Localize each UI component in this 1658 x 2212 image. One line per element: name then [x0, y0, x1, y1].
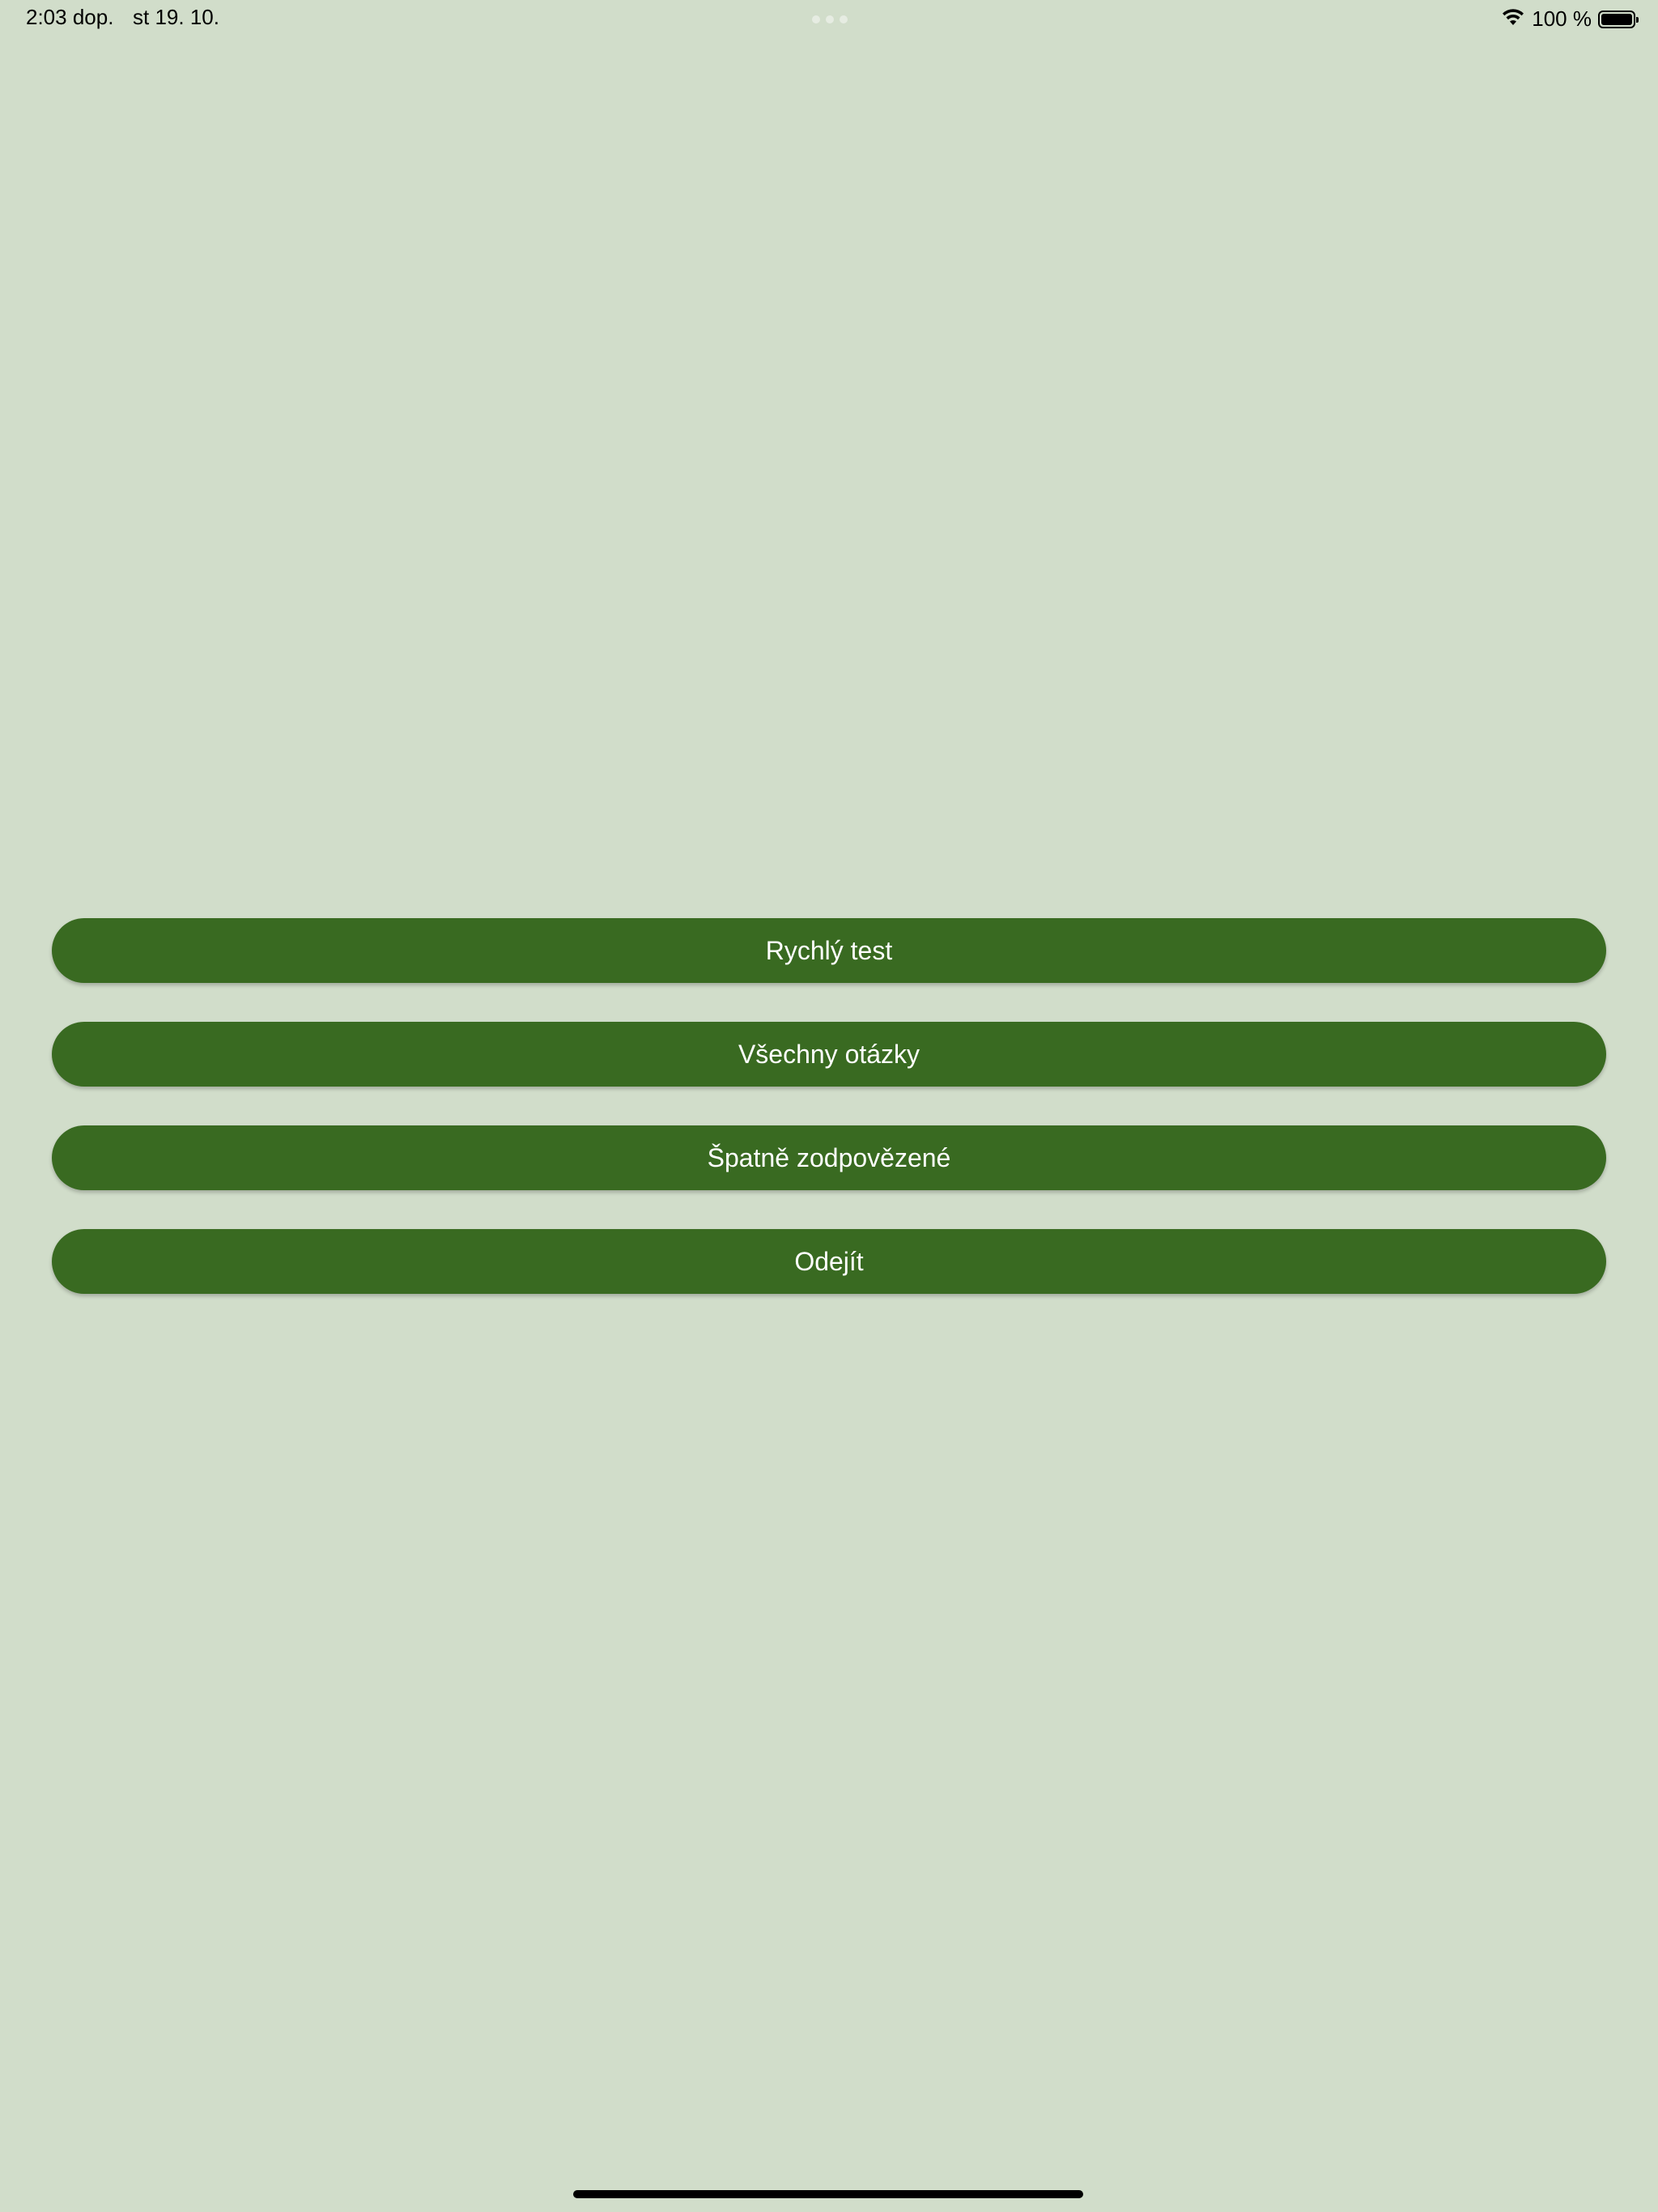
multitasking-dots-icon[interactable]: [812, 15, 848, 23]
battery-percentage: 100 %: [1532, 6, 1592, 31]
wifi-icon: [1501, 7, 1525, 31]
wrong-answers-button[interactable]: Špatně zodpovězené: [52, 1125, 1606, 1190]
status-indicators: 100 %: [1501, 6, 1639, 32]
battery-icon: [1598, 10, 1639, 28]
status-bar: 2:03 dop. st 19. 10. 100 %: [0, 0, 1658, 39]
quick-test-button[interactable]: Rychlý test: [52, 918, 1606, 983]
status-date: st 19. 10.: [133, 5, 219, 29]
home-indicator[interactable]: [573, 2190, 1083, 2198]
status-time: 2:03 dop.: [26, 5, 114, 29]
all-questions-button[interactable]: Všechny otázky: [52, 1022, 1606, 1087]
exit-button[interactable]: Odejít: [52, 1229, 1606, 1294]
main-menu: Rychlý test Všechny otázky Špatně zodpov…: [52, 918, 1606, 1333]
battery-fill: [1601, 13, 1632, 25]
